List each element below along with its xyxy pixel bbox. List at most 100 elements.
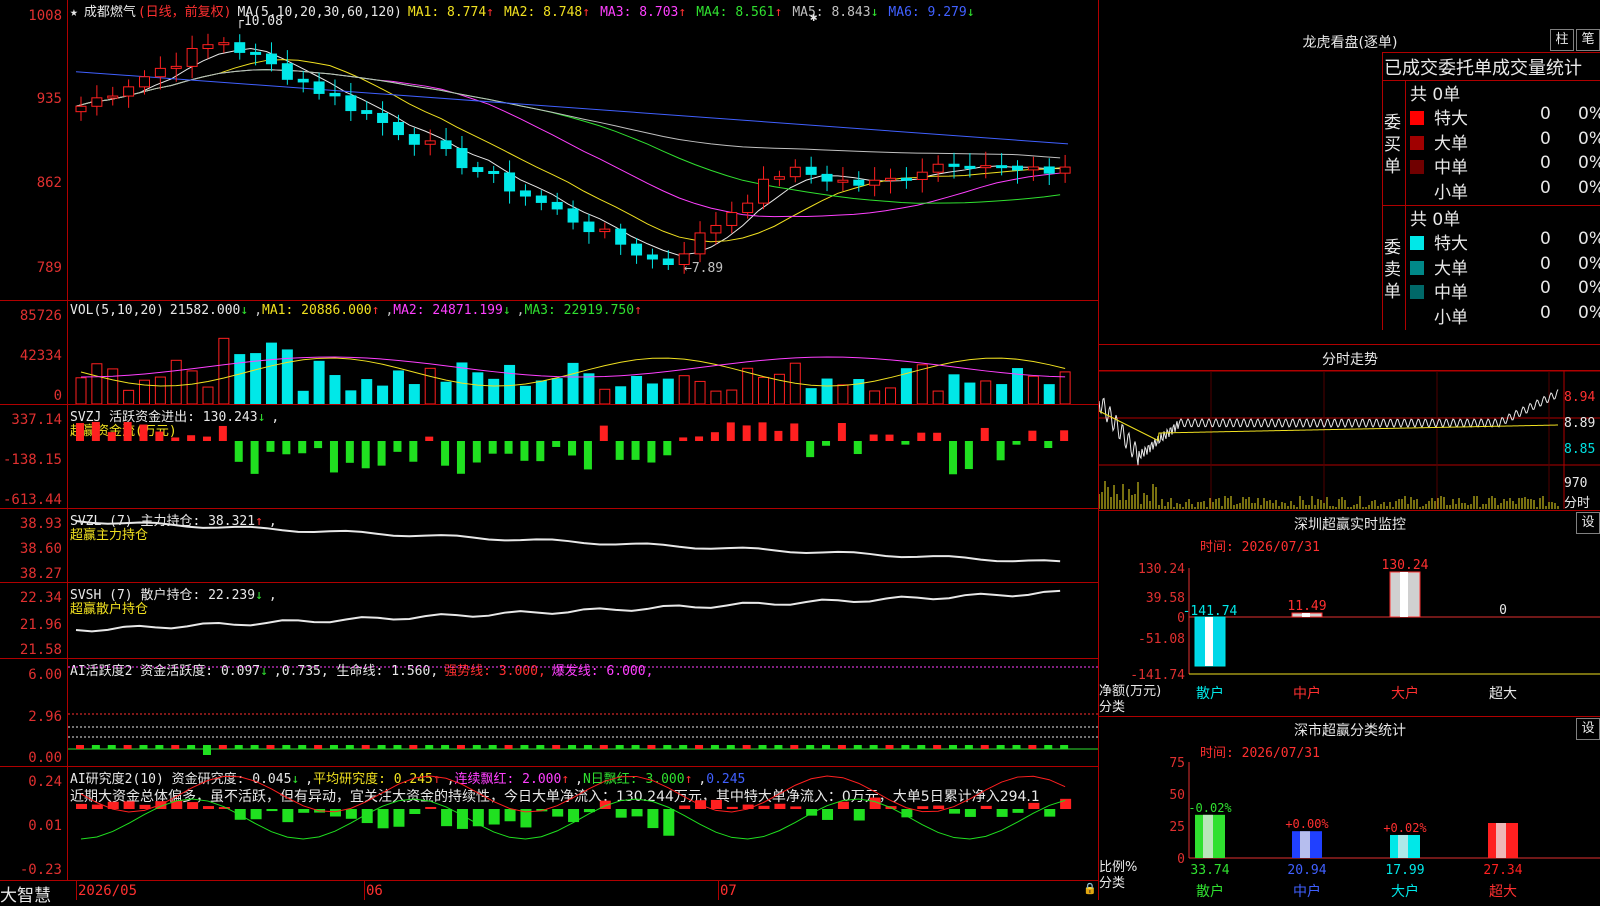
activity-bar — [361, 745, 370, 749]
fund-flow-bar — [679, 437, 688, 441]
ai2-tick: 0.01 — [28, 818, 62, 834]
intraday-chart[interactable] — [1099, 371, 1600, 509]
research-bar — [996, 809, 1008, 817]
order-percent: 0% — [1578, 302, 1600, 323]
research-bar — [329, 809, 341, 817]
candle — [1043, 166, 1055, 174]
sz-class-chart[interactable]: 75 50 25 0 -0.02% 33.74 散户 +0.00% 20.94 中户 +0.02% 1… — [1099, 756, 1600, 900]
research-bar — [266, 809, 278, 812]
sz-monitor-chart[interactable]: 130.2439.580-51.08-141.74-141.74散户11.49中… — [1099, 550, 1600, 720]
sz-class-title: 深市超赢分类统计 — [1294, 723, 1406, 739]
research-bar — [472, 809, 484, 827]
research-bar — [282, 809, 294, 823]
ma-value-1: MA1: 8.774↑ — [407, 5, 494, 20]
bar-mode-button[interactable]: 柱 — [1550, 29, 1574, 51]
sz-monitor-bar-highlight — [1205, 617, 1213, 666]
fund-flow-bar — [202, 436, 211, 441]
candle — [345, 95, 357, 112]
sz-monitor-value: -141.74 — [1183, 604, 1238, 619]
lock-icon[interactable]: 🔒 — [1083, 882, 1097, 895]
fund-flow-bar — [583, 441, 592, 470]
activity-bar — [726, 745, 735, 749]
research-bar — [837, 801, 849, 809]
dragon-subtitle: 已成交委托单成交量统计 — [1384, 58, 1582, 79]
ai2-tick: -0.23 — [19, 862, 62, 878]
research-bar — [552, 809, 564, 817]
volume-bar — [1043, 384, 1055, 404]
research-bar — [917, 806, 929, 809]
research-bar — [758, 805, 770, 809]
sz-monitor-settings-button[interactable]: 设 — [1576, 512, 1600, 534]
candle — [631, 243, 643, 256]
fund-flow-bar — [901, 441, 910, 445]
tick-mode-button[interactable]: 笔 — [1576, 29, 1600, 51]
fund-flow-bar — [663, 441, 672, 456]
ma-value-3: MA3: 8.703↑ — [600, 5, 687, 20]
fund-flow-bar — [1044, 441, 1053, 449]
activity-bar — [218, 745, 227, 749]
fund-flow-bar — [949, 441, 958, 475]
price-tick: 1008 — [28, 8, 62, 24]
fund-flow-bar — [774, 430, 783, 441]
research-bar — [202, 806, 214, 809]
volume-bar — [1027, 375, 1039, 404]
intraday-vol-unit: 分时 — [1564, 496, 1591, 511]
volume-bar — [202, 386, 214, 404]
research-bar — [726, 806, 738, 809]
fund-flow-bar — [980, 427, 989, 441]
activity-bar — [393, 745, 402, 749]
fund-flow-chart[interactable] — [68, 405, 1098, 508]
sz-monitor-bar-highlight — [1400, 571, 1408, 617]
intraday-price-line — [1099, 389, 1559, 466]
research-bar — [964, 809, 976, 817]
candle — [488, 170, 500, 174]
activity-chart[interactable] — [68, 659, 1098, 766]
buy-orders-label: 委买单 — [1384, 113, 1401, 177]
retail-holding-chart[interactable] — [68, 583, 1098, 658]
research-bar — [456, 809, 468, 829]
volume-bar — [869, 390, 881, 404]
research-bar — [980, 805, 992, 809]
activity-bar — [615, 745, 624, 749]
candlestick-chart[interactable] — [68, 20, 1098, 300]
research-bar — [488, 809, 500, 825]
activity-bar — [663, 745, 672, 749]
research-bar — [234, 809, 246, 820]
order-percent: 0% — [1578, 229, 1600, 249]
order-count: 0 — [1540, 177, 1551, 198]
ai1-tick: 6.00 — [28, 667, 62, 683]
activity-bar — [869, 745, 878, 749]
fund-flow-bar — [91, 421, 100, 441]
chart-mode[interactable]: (日线，前复权) — [138, 5, 232, 20]
research-chart[interactable] — [68, 767, 1098, 880]
sz-class-settings-button[interactable]: 设 — [1576, 718, 1600, 740]
candle — [916, 171, 928, 180]
candle — [662, 258, 674, 265]
order-row: 大单 0 0% — [1410, 254, 1600, 279]
ai1-tick: 0.00 — [28, 750, 62, 766]
candle — [678, 253, 690, 265]
order-type-label: 中单 — [1434, 283, 1468, 303]
fund-flow-bar — [377, 441, 386, 466]
order-count: 0 — [1540, 302, 1551, 323]
fund-flow-bar — [250, 441, 259, 474]
sz-monitor-category: 大户 — [1391, 685, 1419, 702]
order-type-label: 中单 — [1434, 158, 1468, 178]
fund-flow-bar — [139, 424, 148, 441]
candle — [837, 179, 849, 183]
fund-flow-bar — [837, 423, 846, 441]
fund-flow-bar — [488, 441, 497, 454]
sz-class-tick: 75 — [1169, 756, 1185, 771]
volume-bar — [996, 384, 1008, 404]
volume-chart[interactable] — [68, 312, 1098, 404]
svsh-tick: 21.58 — [19, 642, 62, 658]
volume-bar — [615, 386, 627, 404]
fund-flow-bar — [409, 441, 418, 462]
sz-class-change: +0.00% — [1285, 817, 1329, 831]
sz-class-category: 中户 — [1293, 883, 1321, 900]
fund-flow-bar — [441, 441, 450, 466]
fund-flow-bar — [822, 441, 831, 446]
research-bar — [409, 809, 421, 815]
star-icon[interactable]: ★ — [70, 5, 78, 20]
main-holding-chart[interactable] — [68, 509, 1098, 582]
